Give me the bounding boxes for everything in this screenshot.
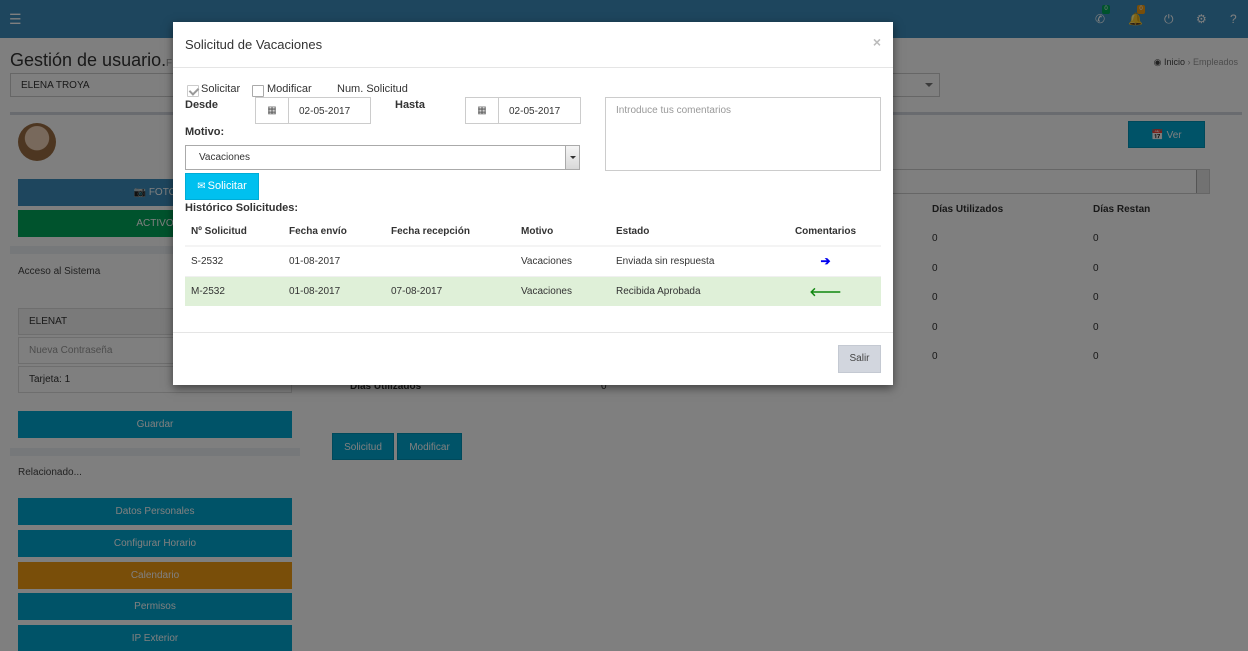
history-table: Nº Solicitud Fecha envío Fecha recepción… [185, 217, 881, 306]
num-solicitud-label: Num. Solicitud [337, 83, 408, 95]
vacation-request-modal: Solicitud de Vacaciones × Solicitar Modi… [173, 22, 893, 385]
col-estado: Estado [610, 217, 770, 247]
modal-title: Solicitud de Vacaciones [185, 37, 323, 52]
table-row: M-2532 01-08-2017 07-08-2017 Vacaciones … [185, 275, 881, 306]
envelope-icon: ✉ [197, 181, 206, 192]
hasta-date-field[interactable]: ▦ 02-05-2017 [465, 97, 581, 124]
solicitar-button[interactable]: ✉ Solicitar [185, 173, 259, 200]
desde-label: Desde [185, 99, 219, 111]
modal-header: Solicitud de Vacaciones × [173, 22, 893, 68]
motivo-select-value: Vacaciones [199, 152, 250, 163]
modificar-checkbox[interactable] [252, 85, 264, 97]
col-comentarios: Comentarios [770, 217, 881, 247]
col-fecha-envio: Fecha envío [283, 217, 385, 247]
comments-textarea[interactable]: Introduce tus comentarios [605, 97, 881, 171]
solicitar-button-label: Solicitar [207, 180, 247, 192]
cell-motivo: Vacaciones [515, 245, 610, 276]
solicitar-checkbox[interactable] [187, 85, 199, 97]
table-row: S-2532 01-08-2017 Vacaciones Enviada sin… [185, 245, 881, 276]
cell-received: 07-08-2017 [385, 275, 515, 306]
calendar-icon[interactable]: ▦ [256, 98, 289, 123]
chevron-down-icon [565, 146, 579, 169]
arrow-right-icon[interactable]: ➔ [820, 254, 830, 268]
motivo-select[interactable]: Vacaciones [185, 145, 580, 170]
cell-estado: Recibida Aprobada [610, 275, 770, 306]
hasta-date-value: 02-05-2017 [509, 106, 561, 117]
cell-sent: 01-08-2017 [283, 275, 385, 306]
arrow-left-icon[interactable]: 🡐 [809, 285, 841, 299]
cell-id: M-2532 [185, 275, 283, 306]
cell-comments: 🡐 [770, 275, 881, 306]
calendar-icon[interactable]: ▦ [466, 98, 499, 123]
col-fecha-recepcion: Fecha recepción [385, 217, 515, 247]
desde-date-field[interactable]: ▦ 02-05-2017 [255, 97, 371, 124]
cell-id: S-2532 [185, 245, 283, 276]
desde-date-value: 02-05-2017 [299, 106, 351, 117]
cell-motivo: Vacaciones [515, 275, 610, 306]
motivo-label: Motivo: [185, 126, 225, 138]
cell-estado: Enviada sin respuesta [610, 245, 770, 276]
hasta-label: Hasta [395, 99, 425, 111]
col-motivo: Motivo [515, 217, 610, 247]
col-num-solicitud: Nº Solicitud [185, 217, 283, 247]
modal-footer: Salir [173, 332, 893, 385]
modificar-checkbox-label: Modificar [267, 83, 312, 95]
exit-button[interactable]: Salir [838, 345, 881, 373]
solicitar-checkbox-label: Solicitar [201, 83, 241, 95]
close-icon[interactable]: × [873, 34, 881, 50]
cell-comments: ➔ [770, 245, 881, 276]
cell-received [385, 245, 515, 276]
cell-sent: 01-08-2017 [283, 245, 385, 276]
history-title: Histórico Solicitudes: [185, 202, 299, 214]
